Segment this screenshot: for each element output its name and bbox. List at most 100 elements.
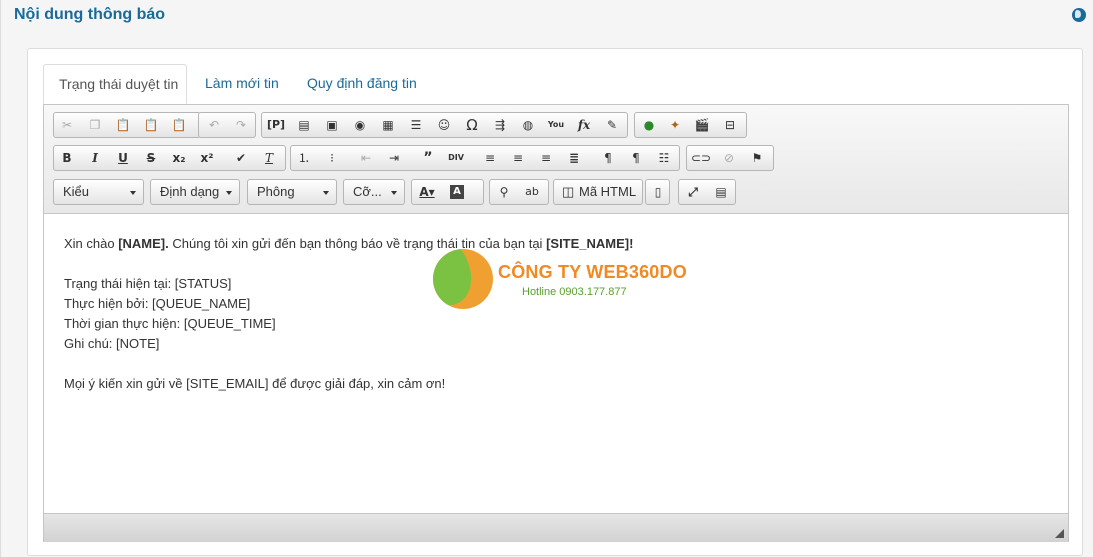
- size-label: Cỡ...: [353, 184, 382, 199]
- strike-icon[interactable]: S: [140, 148, 162, 168]
- maximize-icon[interactable]: ⤢: [682, 182, 704, 202]
- underline-icon[interactable]: U: [112, 148, 134, 168]
- youtube-icon[interactable]: You: [545, 115, 567, 135]
- show-blocks-icon[interactable]: ▤: [710, 182, 732, 202]
- flash-icon[interactable]: ◉: [349, 115, 371, 135]
- insert-group: [P] ▤ ▣ ◉ ▦ ☰ ☺ Ω ⇶ ◍ You fx ✎: [261, 112, 628, 138]
- clipboard-group: ✂ ❐ 📋 📋 📋: [53, 112, 201, 138]
- paste-word-icon[interactable]: 📋: [168, 115, 190, 135]
- text-color-icon[interactable]: A▾: [416, 182, 438, 202]
- align-center-icon[interactable]: ≡: [507, 148, 529, 168]
- table-icon[interactable]: ▦: [377, 115, 399, 135]
- globe-icon[interactable]: [1072, 8, 1086, 22]
- status-line: Trạng thái hiện tại: [STATUS]: [64, 276, 232, 291]
- cut-icon[interactable]: ✂: [56, 115, 78, 135]
- bg-color-icon[interactable]: A: [450, 185, 464, 199]
- tab-posting-rules[interactable]: Quy định đăng tin: [292, 64, 432, 104]
- resize-handle-icon[interactable]: [1055, 529, 1064, 538]
- special-char-icon[interactable]: Ω: [461, 115, 483, 135]
- panel-header: Nội dung thông báo: [1, 0, 1093, 32]
- colors-group: A▾ A: [411, 179, 484, 205]
- source-icon: ◫: [562, 184, 575, 199]
- watermark-logo-icon: [433, 249, 493, 309]
- iframe-icon[interactable]: ⇶: [489, 115, 511, 135]
- paragraph-group: ⒈ ⁝ ⇤ ⇥ ” DIV ≡ ≡ ≡ ≣ ¶ ¶ ☷: [290, 145, 680, 171]
- history-group: ↶ ↷: [198, 112, 256, 138]
- paste-text-icon[interactable]: 📋: [140, 115, 162, 135]
- bold-icon[interactable]: B: [56, 148, 78, 168]
- page-break-icon[interactable]: [P]: [265, 115, 287, 135]
- redo-icon[interactable]: ↷: [230, 115, 252, 135]
- justify-icon[interactable]: ≣: [563, 148, 585, 168]
- time-line: Thời gian thực hiện: [QUEUE_TIME]: [64, 316, 276, 331]
- size-dropdown[interactable]: Cỡ...: [343, 179, 405, 205]
- page: Nội dung thông báo Trạng thái duyệt tin …: [0, 0, 1093, 557]
- source-html-button[interactable]: ◫ Mã HTML: [553, 179, 643, 205]
- chevron-down-icon: [391, 191, 397, 195]
- format-dropdown[interactable]: Định dạng: [150, 179, 240, 205]
- italic-icon[interactable]: I: [84, 148, 106, 168]
- ltr-icon[interactable]: ¶: [597, 148, 619, 168]
- superscript-icon[interactable]: x²: [196, 148, 218, 168]
- minus-icon[interactable]: ⊟: [719, 115, 741, 135]
- find-group: ⚲ ab: [489, 179, 549, 205]
- replace-icon[interactable]: ab: [521, 182, 543, 202]
- editor-statusbar: [44, 513, 1068, 542]
- tab-status-approval[interactable]: Trạng thái duyệt tin: [43, 64, 187, 104]
- align-right-icon[interactable]: ≡: [535, 148, 557, 168]
- rtl-icon[interactable]: ¶: [625, 148, 647, 168]
- name-token: [NAME].: [118, 236, 169, 251]
- chevron-down-icon: [323, 191, 329, 195]
- tab-refresh[interactable]: Làm mới tin: [190, 64, 294, 104]
- align-left-icon[interactable]: ≡: [479, 148, 501, 168]
- chevron-down-icon: [226, 191, 232, 195]
- format-painter-icon[interactable]: ✔: [230, 148, 252, 168]
- remove-format-icon[interactable]: T: [258, 148, 280, 168]
- document-icon[interactable]: ▯: [647, 182, 669, 202]
- anchor-icon[interactable]: ⚑: [746, 148, 768, 168]
- source-label: Mã HTML: [579, 184, 637, 199]
- bulleted-list-icon[interactable]: ⁝: [321, 148, 343, 168]
- page-title: Nội dung thông báo: [14, 6, 166, 23]
- subscript-icon[interactable]: x₂: [168, 148, 190, 168]
- paste-icon[interactable]: 📋: [112, 115, 134, 135]
- greeting-pre: Xin chào: [64, 236, 119, 251]
- chevron-down-icon: [130, 191, 136, 195]
- div-icon[interactable]: DIV: [445, 148, 467, 168]
- language-icon[interactable]: ☷: [653, 148, 675, 168]
- video-icon[interactable]: 🎬: [691, 115, 713, 135]
- note-line: Ghi chú: [NOTE]: [64, 336, 160, 351]
- queue-line: Thực hiện bởi: [QUEUE_NAME]: [64, 296, 251, 311]
- links-group: ⊂⊃ ⊘ ⚑: [686, 145, 774, 171]
- preview-group: ▯: [645, 179, 670, 205]
- closing-line: Mọi ý kiến xin gửi về [SITE_EMAIL] để đư…: [64, 376, 446, 391]
- unlink-icon[interactable]: ⊘: [718, 148, 740, 168]
- rich-text-editor: ✂ ❐ 📋 📋 📋 ↶ ↷ [P] ▤ ▣ ◉ ▦ ☰ ☺ Ω ⇶ ◍ You …: [43, 104, 1069, 542]
- watermark: CÔNG TY WEB360DO Hotline 0903.177.877: [433, 249, 687, 311]
- horizontal-rule-icon[interactable]: ☰: [405, 115, 427, 135]
- copy-icon[interactable]: ❐: [84, 115, 106, 135]
- templates-icon[interactable]: ▤: [293, 115, 315, 135]
- image-icon[interactable]: ▣: [321, 115, 343, 135]
- smiley-icon[interactable]: ☺: [433, 115, 455, 135]
- basic-styles-group: B I U S x₂ x² ✔ T: [53, 145, 286, 171]
- search-icon[interactable]: ⚲: [493, 182, 515, 202]
- plugin-icon[interactable]: ✦: [664, 115, 686, 135]
- numbered-list-icon[interactable]: ⒈: [293, 148, 315, 168]
- extras-group: ● ✦ 🎬 ⊟: [634, 112, 747, 138]
- map-icon[interactable]: ●: [638, 115, 660, 135]
- link-icon[interactable]: ⊂⊃: [690, 148, 712, 168]
- watermark-hotline: Hotline 0903.177.877: [522, 286, 627, 298]
- outdent-icon[interactable]: ⇤: [355, 148, 377, 168]
- formula-icon[interactable]: fx: [573, 115, 595, 135]
- styles-label: Kiểu: [63, 184, 90, 199]
- blockquote-icon[interactable]: ”: [417, 148, 439, 168]
- globe-link-icon[interactable]: ◍: [517, 115, 539, 135]
- format-label: Định dạng: [160, 184, 220, 199]
- font-dropdown[interactable]: Phông: [247, 179, 337, 205]
- indent-icon[interactable]: ⇥: [383, 148, 405, 168]
- styles-dropdown[interactable]: Kiểu: [53, 179, 144, 205]
- select-all-icon[interactable]: ✎: [601, 115, 623, 135]
- undo-icon[interactable]: ↶: [203, 115, 225, 135]
- watermark-name: CÔNG TY WEB360DO: [498, 262, 687, 282]
